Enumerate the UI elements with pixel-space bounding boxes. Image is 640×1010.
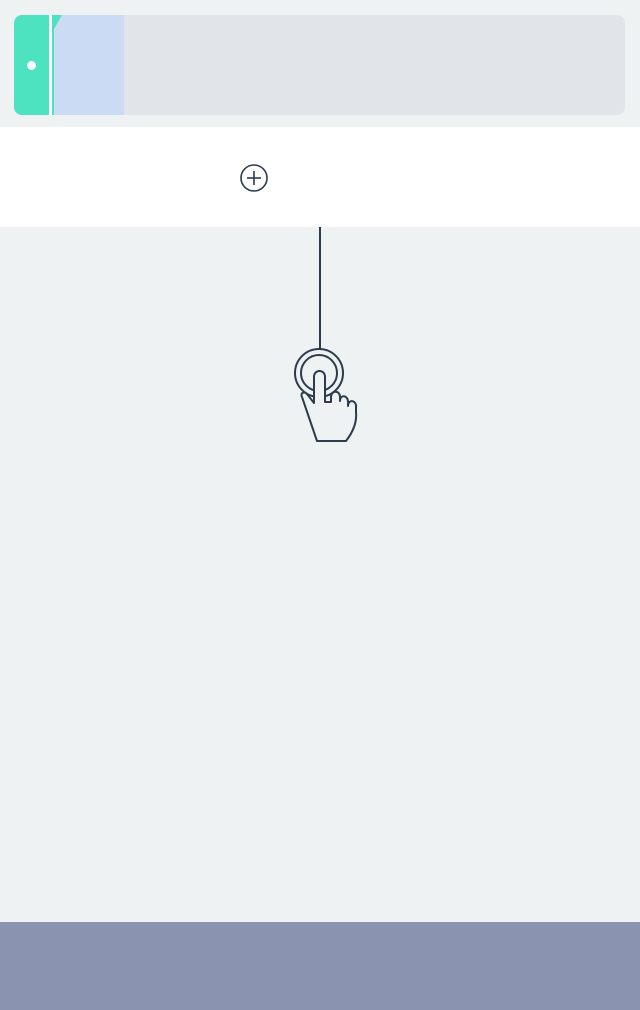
bottom-bar	[0, 922, 640, 1010]
guide-line	[319, 227, 321, 349]
add-row	[0, 127, 640, 227]
tap-hand-icon	[294, 348, 358, 442]
selection-highlight	[54, 15, 124, 115]
drag-handle-dot[interactable]	[27, 61, 36, 70]
plus-circle-icon[interactable]	[238, 162, 270, 194]
drag-item-card[interactable]	[14, 15, 625, 115]
accent-strip	[14, 15, 49, 115]
corner-notch	[54, 15, 62, 29]
